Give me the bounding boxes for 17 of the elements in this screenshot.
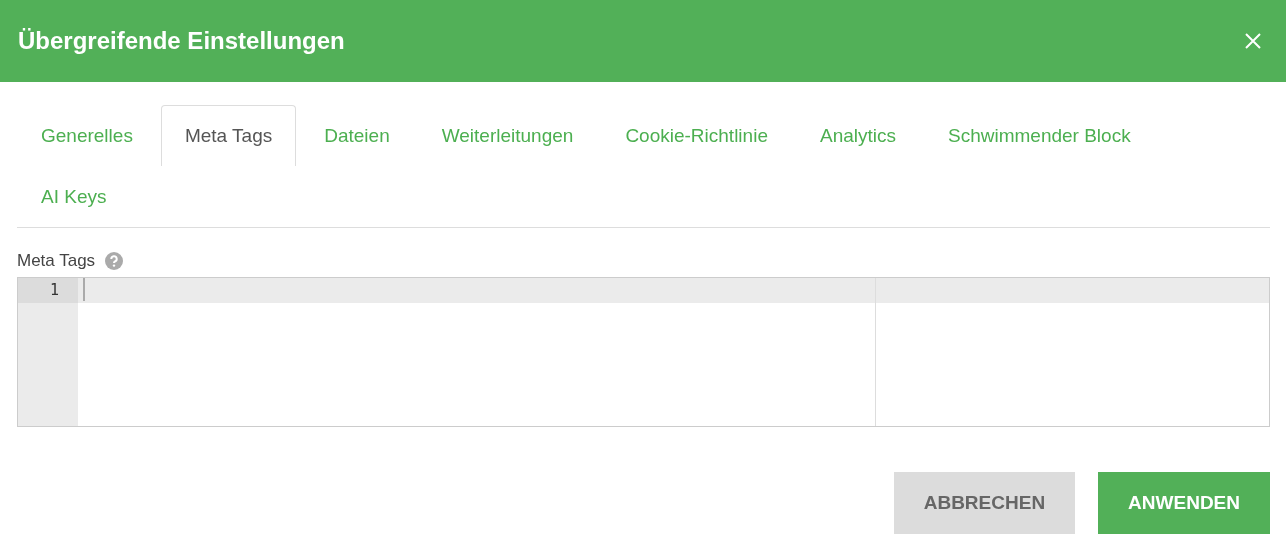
apply-button[interactable]: ANWENDEN <box>1098 472 1270 534</box>
tab[interactable]: Dateien <box>300 105 414 166</box>
tab[interactable]: AI Keys <box>17 166 131 227</box>
help-icon[interactable] <box>105 252 124 270</box>
line-number: 1 <box>18 278 78 303</box>
text-cursor <box>83 278 85 301</box>
tab[interactable]: Analytics <box>795 105 920 166</box>
tab[interactable]: Schwimmender Block <box>924 105 1155 166</box>
code-editor[interactable]: 1 <box>17 277 1270 427</box>
close-icon <box>1244 32 1262 50</box>
window-title: Übergreifende Einstellungen <box>18 27 345 55</box>
tab[interactable]: Generelles <box>17 105 157 166</box>
tab[interactable]: Cookie-Richtlinie <box>601 105 792 166</box>
tab[interactable]: Weiterleitungen <box>417 105 598 166</box>
cancel-button[interactable]: ABBRECHEN <box>893 472 1076 534</box>
tab[interactable]: Meta Tags <box>160 105 297 166</box>
field-label: Meta Tags <box>17 251 96 271</box>
